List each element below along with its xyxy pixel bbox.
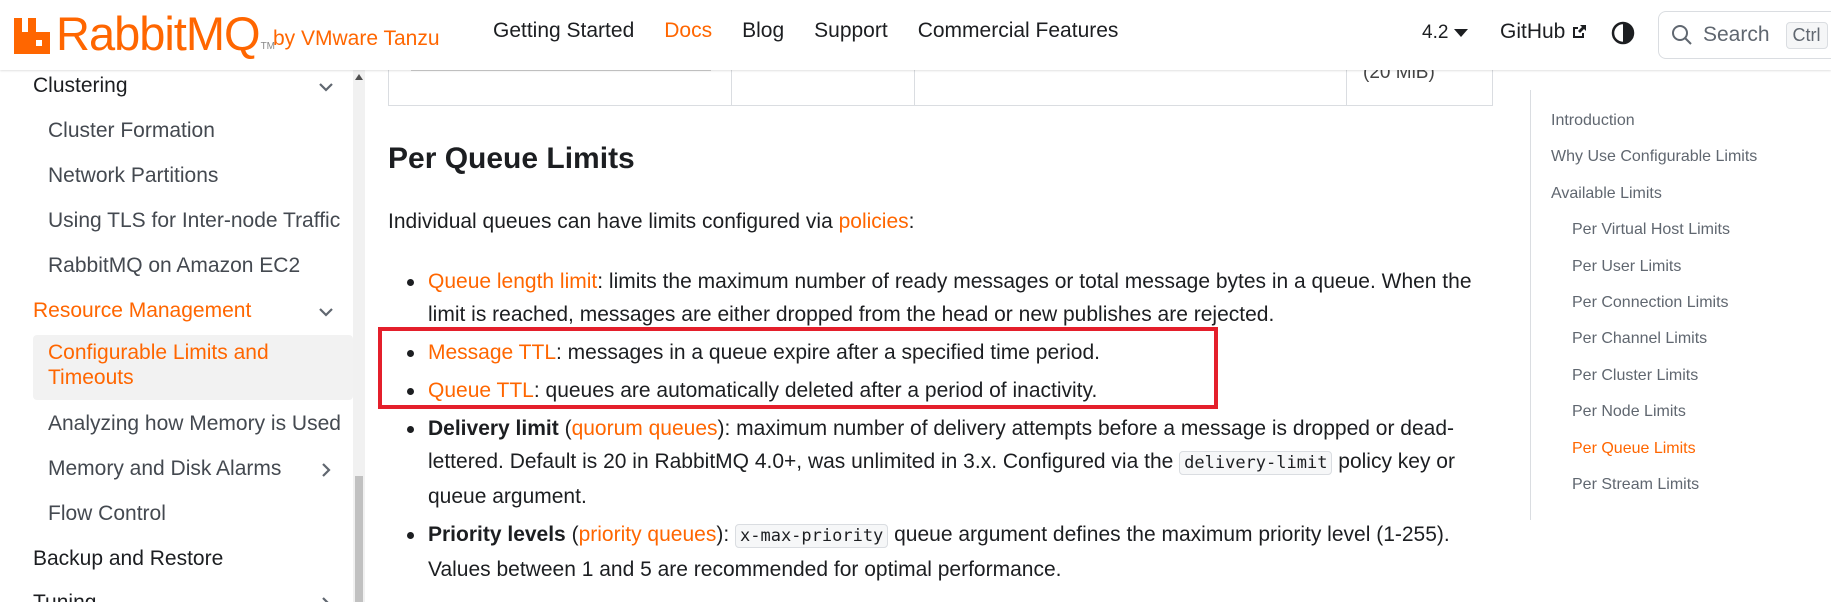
delivery-limit-code: delivery-limit [1179, 451, 1333, 475]
list-item-text: ( [565, 523, 579, 546]
search-placeholder: Search [1703, 23, 1770, 46]
sidebar-item-flow-control[interactable]: Flow Control [48, 502, 166, 526]
sidebar-item-cluster-formation[interactable]: Cluster Formation [48, 119, 215, 143]
external-link-icon [1573, 25, 1587, 38]
sidebar-item-memory-disk-alarms[interactable]: Memory and Disk Alarms [48, 457, 281, 481]
sidebar-item-tuning[interactable]: Tuning [33, 591, 96, 602]
toc-item-per-channel[interactable]: Per Channel Limits [1572, 330, 1707, 348]
logo-by-vmware: by VMware Tanzu [273, 27, 440, 50]
nav-link-getting-started[interactable]: Getting Started [493, 19, 634, 43]
logo-text: RabbitMQ [56, 7, 261, 60]
nav-link-commercial-features[interactable]: Commercial Features [918, 19, 1119, 43]
nav-link-blog[interactable]: Blog [742, 19, 784, 43]
table-column-divider [1346, 70, 1347, 105]
quorum-queues-link[interactable]: quorum queues [572, 417, 718, 440]
scroll-up-arrow-icon[interactable] [355, 74, 363, 80]
toc-item-per-node[interactable]: Per Node Limits [1572, 403, 1686, 421]
intro-colon: : [908, 210, 915, 233]
intro-paragraph: Individual queues can have limits config… [388, 210, 915, 234]
sidebar-item-backup-restore[interactable]: Backup and Restore [33, 547, 223, 571]
top-navbar: RabbitMQ TM by VMware Tanzu Getting Star… [0, 0, 1831, 70]
delivery-limit-label: Delivery limit [428, 417, 559, 440]
toc-item-why-use[interactable]: Why Use Configurable Limits [1551, 148, 1757, 166]
chevron-right-icon[interactable] [318, 462, 334, 478]
table-column-divider [914, 70, 915, 105]
github-link[interactable]: GitHub [1500, 20, 1587, 44]
version-dropdown[interactable]: 4.2 [1422, 22, 1469, 44]
toc-item-per-stream[interactable]: Per Stream Limits [1572, 476, 1699, 494]
caret-down-icon [1454, 29, 1469, 37]
sidebar-item-network-partitions[interactable]: Network Partitions [48, 164, 218, 188]
docs-sidebar: Clustering Cluster Formation Network Par… [0, 70, 353, 602]
toc-item-introduction[interactable]: Introduction [1551, 112, 1635, 130]
sidebar-item-analyzing-memory[interactable]: Analyzing how Memory is Used [48, 412, 341, 436]
sidebar-item-resource-management[interactable]: Resource Management [33, 299, 251, 323]
sidebar-item-amazon-ec2[interactable]: RabbitMQ on Amazon EC2 [48, 254, 300, 278]
sidebar-scrollbar-thumb[interactable] [355, 476, 363, 602]
chevron-down-icon[interactable] [318, 304, 334, 320]
rabbitmq-logo[interactable]: RabbitMQ TM [12, 7, 275, 60]
sidebar-item-clustering[interactable]: Clustering [33, 74, 128, 98]
toc-item-per-cluster[interactable]: Per Cluster Limits [1572, 367, 1698, 385]
nav-links: Getting Started Docs Blog Support Commer… [493, 19, 1148, 43]
theme-toggle-icon[interactable] [1611, 21, 1635, 45]
x-max-priority-code: x-max-priority [735, 524, 889, 548]
priority-levels-label: Priority levels [428, 523, 566, 546]
list-item: Priority levels (priority queues): x-max… [388, 518, 1478, 586]
toc-item-per-queue[interactable]: Per Queue Limits [1572, 440, 1696, 458]
table-of-contents: Introduction Why Use Configurable Limits… [1530, 90, 1831, 520]
annotation-highlight-box [378, 327, 1218, 409]
intro-text: Individual queues can have limits config… [388, 210, 839, 233]
version-label: 4.2 [1422, 22, 1449, 43]
priority-queues-link[interactable]: priority queues [579, 523, 717, 546]
toc-item-per-connection[interactable]: Per Connection Limits [1572, 294, 1729, 312]
toc-item-per-virtual-host[interactable]: Per Virtual Host Limits [1572, 221, 1730, 239]
sidebar-item-configurable-limits-line2[interactable]: Timeouts [48, 366, 134, 390]
list-item-text: ( [558, 417, 572, 440]
section-heading-per-queue-limits: Per Queue Limits [388, 142, 635, 175]
list-item: Delivery limit (quorum queues): maximum … [388, 412, 1478, 513]
rabbit-logo-icon [14, 18, 50, 54]
toc-item-per-user[interactable]: Per User Limits [1572, 258, 1681, 276]
sidebar-item-configurable-limits[interactable]: Configurable Limits and [48, 341, 269, 365]
search-box[interactable]: Search Ctrl [1658, 11, 1831, 59]
chevron-down-icon[interactable] [318, 79, 334, 95]
list-item-text: ): [716, 523, 735, 546]
github-label: GitHub [1500, 20, 1566, 43]
sidebar-item-tls-inter-node[interactable]: Using TLS for Inter-node Traffic [48, 209, 340, 233]
nav-link-docs[interactable]: Docs [664, 19, 712, 43]
queue-limits-list: Queue length limit: limits the maximum n… [388, 265, 1478, 586]
chevron-right-icon[interactable] [318, 596, 334, 602]
search-shortcut-key: Ctrl [1785, 21, 1828, 49]
toc-item-available-limits[interactable]: Available Limits [1551, 185, 1662, 203]
search-icon [1672, 25, 1692, 45]
table-column-divider [731, 70, 732, 105]
policies-link[interactable]: policies [839, 210, 909, 233]
nav-link-support[interactable]: Support [814, 19, 888, 43]
limits-table-fragment: (20 MiB) [388, 62, 1493, 106]
queue-length-limit-link[interactable]: Queue length limit [428, 270, 597, 293]
list-item: Queue length limit: limits the maximum n… [388, 265, 1478, 331]
